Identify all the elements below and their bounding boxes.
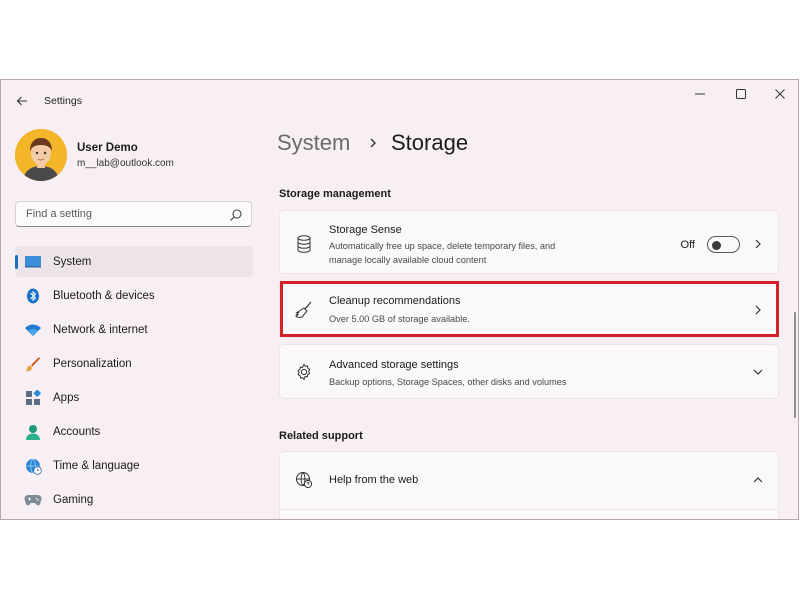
sidebar-item-apps[interactable]: Apps — [15, 382, 253, 413]
section-heading-storage-management: Storage management — [279, 188, 391, 200]
avatar[interactable] — [15, 129, 67, 181]
selection-indicator — [15, 255, 18, 269]
bluetooth-icon — [24, 287, 42, 305]
sidebar-item-bluetooth[interactable]: Bluetooth & devices — [15, 280, 253, 311]
close-button[interactable] — [761, 80, 798, 108]
search-input[interactable] — [24, 207, 228, 221]
chevron-right-icon — [755, 239, 761, 249]
storage-sense-toggle[interactable] — [707, 236, 740, 253]
vertical-scrollbar[interactable] — [794, 312, 796, 418]
sidebar-item-personalization[interactable]: Personalization — [15, 348, 253, 379]
card-title: Help from the web — [329, 474, 419, 486]
globe-clock-icon — [24, 457, 42, 475]
sidebar-item-system[interactable]: System — [15, 246, 253, 277]
chevron-up-icon — [753, 477, 763, 483]
sidebar-item-time-language[interactable]: Time & language — [15, 450, 253, 481]
back-button[interactable] — [11, 90, 33, 112]
accounts-icon — [24, 423, 42, 441]
sidebar-item-label: Accounts — [53, 425, 101, 438]
gamepad-icon — [24, 491, 42, 509]
sidebar-item-label: Time & language — [53, 459, 140, 472]
search-icon[interactable] — [229, 208, 243, 222]
app-title: Settings — [44, 95, 82, 107]
card-title: Advanced storage settings — [329, 359, 459, 371]
settings-window: Settings User Demo m__lab@outlook.com Fi… — [0, 79, 799, 520]
user-email: m__lab@outlook.com — [77, 158, 174, 169]
user-name: User Demo — [77, 142, 138, 154]
card-divider — [280, 509, 778, 510]
cleanup-recommendations-card[interactable]: Cleanup recommendations Over 5.00 GB of … — [279, 281, 779, 338]
system-monitor-icon — [24, 253, 42, 271]
brush-icon — [24, 355, 42, 373]
toggle-knob — [712, 240, 721, 250]
advanced-storage-settings-card[interactable]: Advanced storage settings Backup options… — [279, 344, 779, 399]
broom-icon — [294, 300, 314, 320]
maximize-icon — [736, 89, 746, 99]
toggle-state-label: Off — [680, 239, 695, 251]
card-title: Storage Sense — [329, 224, 402, 236]
sidebar-item-label: Bluetooth & devices — [53, 289, 155, 302]
title-bar: Settings — [1, 80, 798, 124]
page-title: Storage — [391, 130, 469, 155]
help-from-the-web-card[interactable]: Help from the web — [279, 451, 779, 519]
chevron-right-icon — [755, 305, 761, 315]
card-title: Cleanup recommendations — [329, 295, 461, 307]
close-icon — [775, 89, 785, 99]
sidebar-item-label: Apps — [53, 391, 80, 404]
minimize-button[interactable] — [681, 80, 719, 108]
sidebar-item-label: Personalization — [53, 357, 132, 370]
user-avatar-icon — [15, 129, 67, 181]
minimize-icon — [695, 93, 705, 95]
chevron-right-icon — [370, 138, 376, 148]
sidebar-item-label: Gaming — [53, 493, 94, 506]
breadcrumb-parent[interactable]: System — [277, 130, 350, 156]
sidebar-item-label: System — [53, 255, 92, 268]
gear-icon — [294, 362, 314, 382]
sidebar-item-network[interactable]: Network & internet — [15, 314, 253, 345]
database-icon — [294, 234, 314, 254]
card-description: Automatically free up space, delete temp… — [329, 241, 556, 251]
card-description: Backup options, Storage Spaces, other di… — [329, 377, 567, 387]
search-box[interactable] — [15, 201, 252, 227]
globe-help-icon — [294, 470, 314, 490]
sidebar-item-gaming[interactable]: Gaming — [15, 484, 253, 515]
sidebar-nav: System Bluetooth & devices Network & int… — [15, 246, 253, 518]
apps-icon — [24, 389, 42, 407]
card-description: manage locally available cloud content — [329, 255, 487, 265]
wifi-icon — [24, 321, 42, 339]
sidebar-item-accounts[interactable]: Accounts — [15, 416, 253, 447]
storage-sense-card[interactable]: Storage Sense Automatically free up spac… — [279, 210, 779, 274]
section-heading-related-support: Related support — [279, 430, 363, 442]
card-description: Over 5.00 GB of storage available. — [329, 314, 470, 324]
chevron-down-icon — [753, 369, 763, 375]
back-arrow-icon — [16, 96, 27, 106]
maximize-button[interactable] — [722, 80, 760, 108]
sidebar-item-label: Network & internet — [53, 323, 148, 336]
